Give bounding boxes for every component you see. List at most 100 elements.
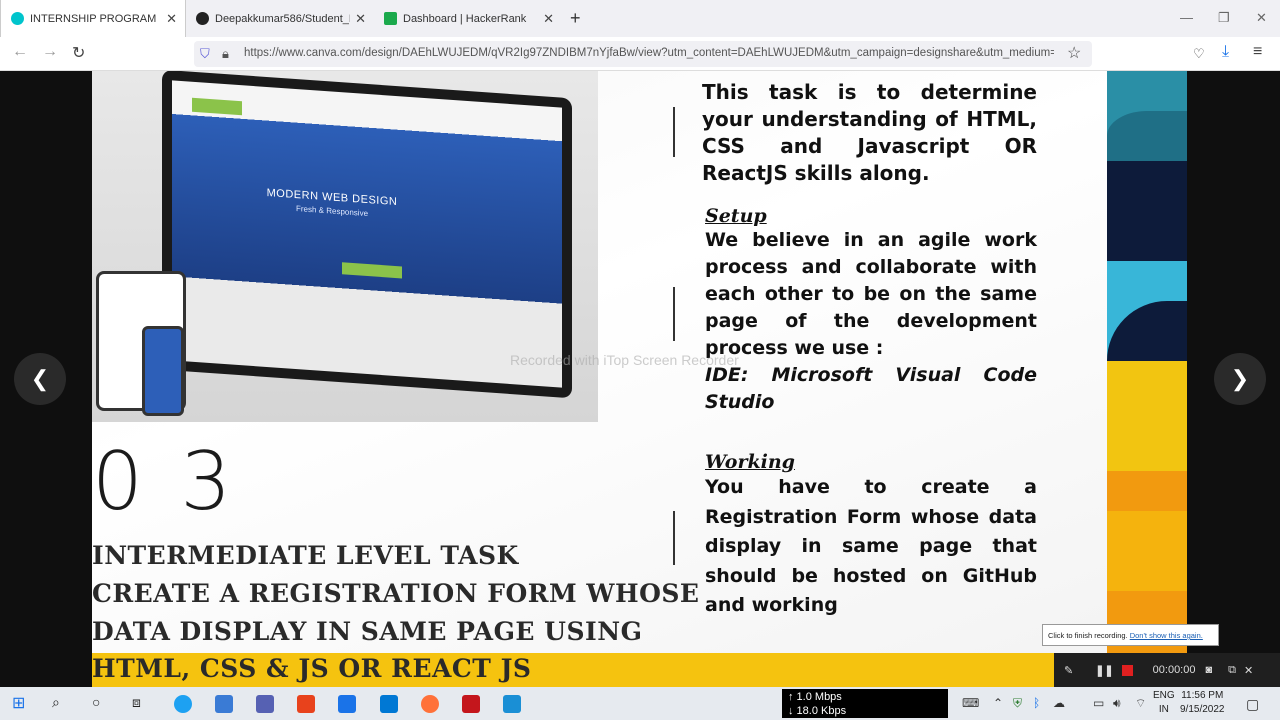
close-recorder-icon[interactable]: ✕ <box>1244 664 1253 677</box>
downloads-icon[interactable]: ⤓ <box>1222 43 1229 61</box>
previous-slide-button[interactable]: ❮ <box>14 353 66 405</box>
task-number: 0 3 <box>92 435 238 528</box>
terminal-app-icon[interactable] <box>503 695 521 713</box>
divider <box>673 107 675 157</box>
dont-show-again-link[interactable]: Don't show this again. <box>1130 631 1203 640</box>
close-tab-icon[interactable]: ✕ <box>355 11 366 27</box>
task-line: HTML, CSS & JS OR REACT JS <box>92 654 532 683</box>
setup-heading: Setup <box>705 205 767 227</box>
firefox-icon[interactable] <box>421 695 439 713</box>
lang-top: ENG <box>1153 690 1175 701</box>
web-design-mockup-image: MODERN WEB DESIGN Fresh & Responsive <box>92 71 598 422</box>
working-heading: Working <box>705 451 795 473</box>
stop-icon[interactable] <box>1121 664 1133 676</box>
clock-time: 11:56 PM <box>1181 690 1224 701</box>
recorder-app-icon[interactable] <box>462 695 480 713</box>
ide-text: IDE: Microsoft Visual Code Studio <box>705 364 1037 413</box>
bookmark-star-icon[interactable]: ☆ <box>1067 43 1081 63</box>
divider <box>673 287 675 341</box>
task-line: CREATE A REGISTRATION FORM WHOSE <box>92 579 700 608</box>
tab-label: INTERNSHIP PROGRAM <box>30 12 157 25</box>
close-tab-icon[interactable]: ✕ <box>166 11 177 27</box>
setup-text: We believe in an agile work process and … <box>705 229 1037 359</box>
bluetooth-icon[interactable]: ᛒ <box>1033 696 1040 710</box>
navigation-bar: ← → ↻ ⛉ 🔒︎ https://www.canva.com/design/… <box>0 37 1280 71</box>
net-download: ↓ 18.0 Kbps <box>788 705 847 717</box>
address-bar[interactable]: ⛉ 🔒︎ https://www.canva.com/design/DAEhLW… <box>194 41 1092 67</box>
chevron-up-icon[interactable]: ⌃ <box>993 696 1003 710</box>
tab-label: Dashboard | HackerRank <box>403 12 527 25</box>
clock[interactable]: 11:56 PM 9/15/2022 <box>1180 689 1225 717</box>
cloud-icon[interactable]: ☁ <box>1053 696 1065 710</box>
edge-icon[interactable] <box>174 695 192 713</box>
next-slide-button[interactable]: ❯ <box>1214 353 1266 405</box>
network-speed-widget: ↑ 1.0 Mbps ↓ 18.0 Kbps <box>782 689 948 718</box>
keyboard-icon[interactable]: ⌨ <box>962 696 979 710</box>
notifications-icon[interactable]: ▢ <box>1246 696 1259 713</box>
working-section: Working You have to create a Registratio… <box>705 451 1037 621</box>
task-line: INTERMEDIATE LEVEL TASK <box>92 541 519 570</box>
office-icon[interactable] <box>297 695 315 713</box>
reload-icon[interactable]: ↻ <box>72 43 85 63</box>
github-icon <box>196 12 209 25</box>
working-text: You have to create a Registration Form w… <box>705 476 1037 616</box>
recording-timer: 00:00:00 <box>1152 664 1196 676</box>
task-intro: This task is to determine your understan… <box>702 80 1037 185</box>
monitor-image: MODERN WEB DESIGN Fresh & Responsive <box>162 71 572 399</box>
new-tab-icon[interactable]: + <box>570 8 581 29</box>
monitor-screen <box>172 80 562 388</box>
security-icon[interactable]: ⛨ <box>1013 696 1022 711</box>
hackerrank-icon <box>384 12 397 25</box>
camera-icon[interactable]: ◙ <box>1205 664 1212 676</box>
lock-icon[interactable]: 🔒︎ <box>222 46 229 62</box>
store-icon[interactable] <box>215 695 233 713</box>
forward-icon[interactable]: → <box>42 43 58 61</box>
windows-start-icon[interactable]: ⊞ <box>12 693 30 712</box>
clock-date: 9/15/2022 <box>1180 704 1225 715</box>
pocket-icon[interactable]: ♡ <box>1193 46 1205 62</box>
geometric-art-strip <box>1107 71 1187 687</box>
tab-bar: INTERNSHIP PROGRAM ✕ Deepakkumar586/Stud… <box>0 0 1280 37</box>
close-tab-icon[interactable]: ✕ <box>543 11 554 27</box>
task-view-icon[interactable]: ⧈ <box>132 694 150 712</box>
tab-github[interactable]: Deepakkumar586/Student_Regi ✕ <box>186 0 374 37</box>
pause-icon[interactable]: ❚❚ <box>1095 664 1113 677</box>
shield-icon[interactable]: ⛉ <box>200 46 210 62</box>
search-icon[interactable]: ⌕ <box>52 694 70 712</box>
language-indicator[interactable]: ENG IN <box>1153 689 1175 717</box>
menu-icon[interactable]: ≡ <box>1253 43 1262 61</box>
vscode-icon[interactable] <box>380 695 398 713</box>
minimize-icon[interactable]: — <box>1180 10 1193 25</box>
recorder-toolbar: ✎ ❚❚ 00:00:00 ◙ ⧉ ✕ <box>1054 653 1280 687</box>
battery-icon[interactable]: ▭ <box>1093 696 1104 710</box>
tab-internship-program[interactable]: INTERNSHIP PROGRAM ✕ <box>0 0 186 37</box>
cortana-icon[interactable]: ○ <box>92 694 110 712</box>
setup-section: Setup We believe in an agile work proces… <box>705 205 1037 416</box>
tab-hackerrank[interactable]: Dashboard | HackerRank ✕ <box>374 0 562 37</box>
lang-bottom: IN <box>1158 704 1169 715</box>
tooltip-text: Click to finish recording. <box>1048 631 1128 640</box>
edit-icon[interactable]: ⧉ <box>1228 664 1236 677</box>
art-block <box>1107 111 1187 161</box>
volume-icon[interactable]: 🔊︎ <box>1113 696 1121 711</box>
art-block <box>1107 161 1187 261</box>
art-block <box>1107 361 1187 471</box>
windows-taskbar: ⊞ ⌕ ○ ⧈ ↑ 1.0 Mbps ↓ 18.0 Kbps ⌨ ⌃ ⛨ ᛒ ☁… <box>0 687 1280 720</box>
app-icon[interactable] <box>256 695 274 713</box>
wifi-icon[interactable]: ⌔ <box>1135 696 1146 711</box>
pen-icon[interactable]: ✎ <box>1064 664 1073 677</box>
window-close-icon[interactable]: ✕ <box>1256 10 1267 26</box>
mail-icon[interactable] <box>338 695 356 713</box>
canva-icon <box>11 12 24 25</box>
url-text[interactable]: https://www.canva.com/design/DAEhLWUJEDM… <box>244 47 1054 59</box>
chevron-left-icon: ❮ <box>30 366 50 391</box>
chevron-right-icon: ❯ <box>1230 366 1250 391</box>
back-icon[interactable]: ← <box>12 43 28 61</box>
recording-tooltip: Click to finish recording. Don't show th… <box>1042 624 1219 646</box>
slide: MODERN WEB DESIGN Fresh & Responsive 0 3… <box>92 71 1187 687</box>
task-line: DATA DISPLAY IN SAME PAGE USING <box>92 617 643 646</box>
art-block <box>1107 511 1187 591</box>
divider <box>673 511 675 565</box>
restore-icon[interactable]: ❐ <box>1218 10 1230 26</box>
phone-image <box>142 326 184 416</box>
